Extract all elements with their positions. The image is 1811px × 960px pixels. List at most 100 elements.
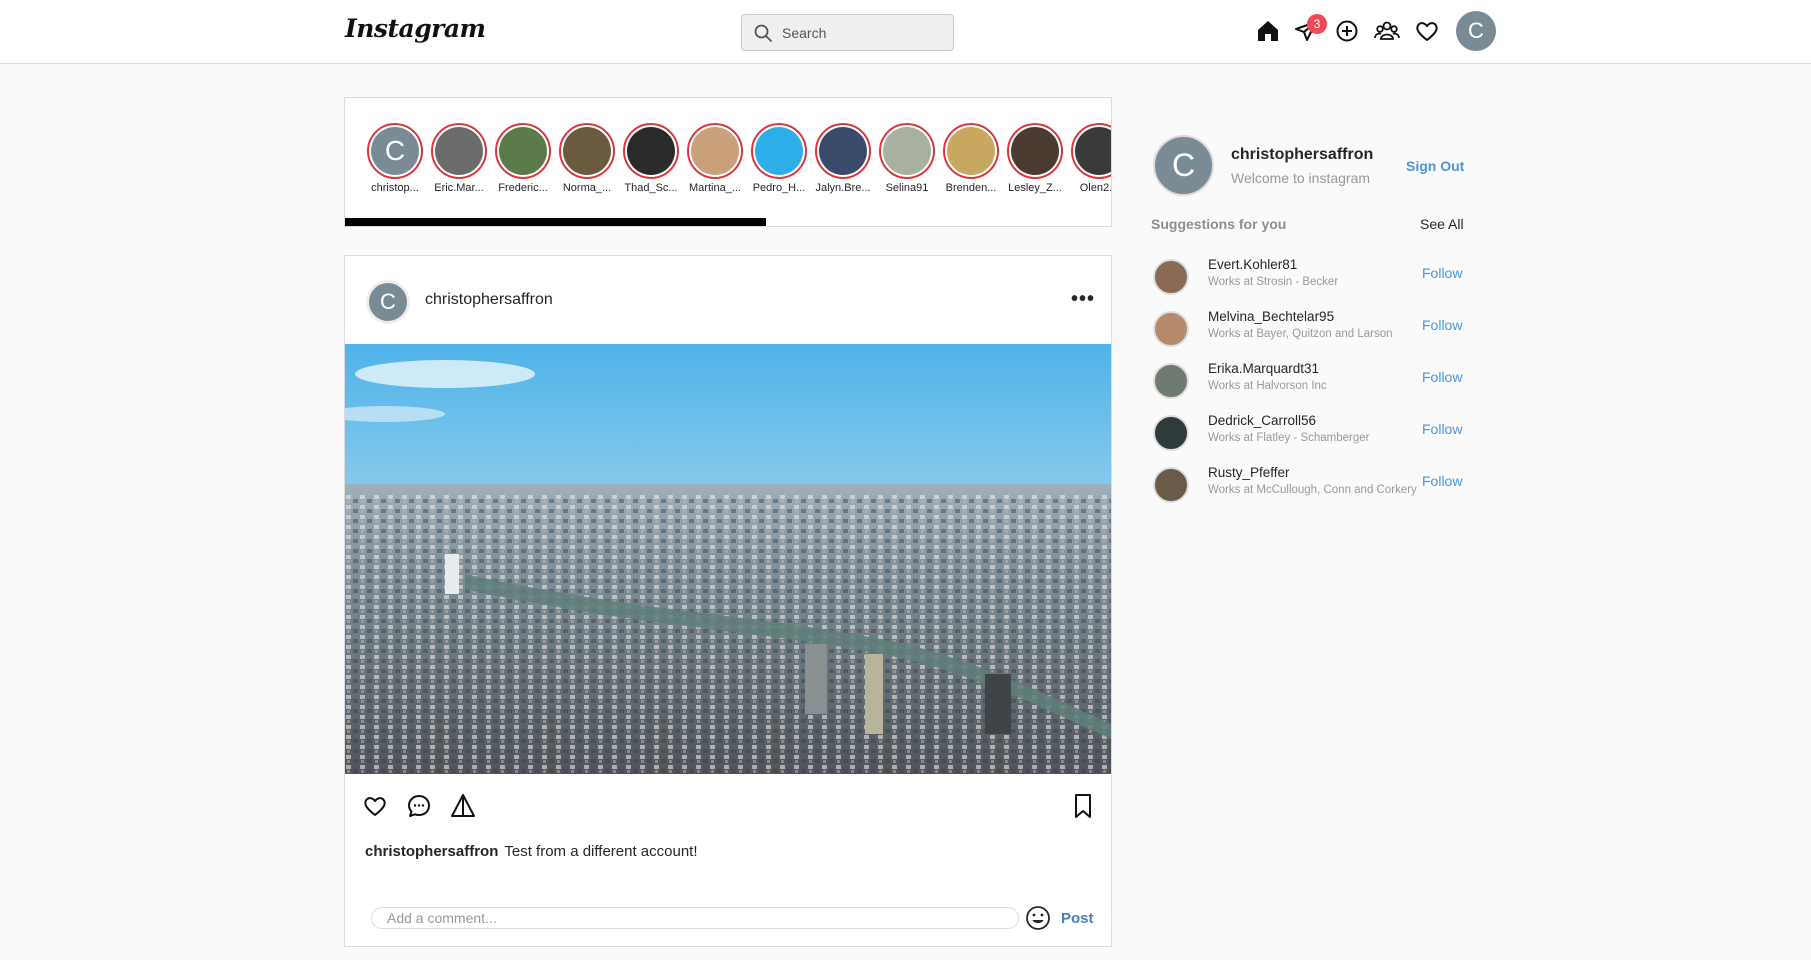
story-item[interactable]: Norma_... [557,123,617,194]
story-ring [815,123,871,179]
post-comment-button[interactable]: Post [1061,910,1094,927]
suggestion-username[interactable]: Erika.Marquardt31 [1208,361,1319,376]
suggestion-avatar[interactable] [1153,415,1189,451]
follow-button[interactable]: Follow [1422,473,1462,489]
like-icon[interactable] [361,792,389,820]
story-ring [879,123,935,179]
caption-username[interactable]: christophersaffron [365,843,498,860]
story-username: Thad_Sc... [624,182,678,194]
heart-icon[interactable] [1413,17,1441,45]
story-item[interactable]: Eric.Mar... [429,123,489,194]
story-item[interactable]: Thad_Sc... [621,123,681,194]
suggestion-username[interactable]: Rusty_Pfeffer [1208,465,1290,480]
profile-avatar[interactable]: C [1456,11,1496,51]
story-username: Martina_... [689,182,741,194]
suggestions-title: Suggestions for you [1151,216,1287,232]
story-avatar [691,127,739,175]
story-item[interactable]: Lesley_Z... [1005,123,1065,194]
story-avatar [1011,127,1059,175]
story-item[interactable]: Selina91 [877,123,937,194]
suggestion-subtitle: Works at Halvorson Inc [1208,380,1327,392]
current-user-username[interactable]: christophersaffron [1231,146,1373,164]
messages-badge: 3 [1307,14,1327,34]
suggestion-avatar[interactable] [1153,467,1189,503]
sign-out-button[interactable]: Sign Out [1406,158,1464,174]
post-author-avatar[interactable]: C [366,280,410,324]
story-avatar [1075,127,1111,175]
new-post-icon[interactable] [1333,17,1361,45]
story-username: Jalyn.Bre... [815,182,871,194]
comment-input[interactable] [371,907,1019,929]
suggestion-avatar[interactable] [1153,363,1189,399]
story-ring [431,123,487,179]
story-item[interactable]: Jalyn.Bre... [813,123,873,194]
follow-button[interactable]: Follow [1422,421,1462,437]
story-username: Norma_... [562,182,612,194]
story-avatar [819,127,867,175]
suggestion-item: Melvina_Bechtelar95 Works at Bayer, Quitz… [1153,308,1473,348]
post-caption: christophersaffron Test from a different … [365,843,698,860]
post-author-username[interactable]: christophersaffron [425,291,553,309]
story-item[interactable]: Frederic... [493,123,553,194]
story-ring [1071,123,1111,179]
follow-button[interactable]: Follow [1422,317,1462,333]
instagram-logo[interactable]: Instagram [345,14,486,43]
suggestion-username[interactable]: Melvina_Bechtelar95 [1208,309,1334,324]
story-avatar [627,127,675,175]
home-icon[interactable] [1254,17,1282,45]
story-item[interactable]: Olen2... [1069,123,1112,194]
search-input[interactable] [782,22,942,44]
suggestion-subtitle: Works at Strosin - Becker [1208,276,1339,288]
story-item[interactable]: Brenden... [941,123,1001,194]
story-username: Frederic... [498,182,548,194]
emoji-icon[interactable] [1024,904,1052,932]
caption-text: Test from a different account! [504,843,698,860]
story-username: Brenden... [945,182,997,194]
post-image[interactable] [345,344,1111,774]
more-options-icon[interactable]: ••• [1071,288,1095,311]
comment-icon[interactable] [405,792,433,820]
city-photo [345,344,1111,774]
suggestion-item: Evert.Kohler81 Works at Strosin - Becker F… [1153,256,1473,296]
share-icon[interactable] [449,792,477,820]
story-ring [943,123,999,179]
story-avatar [563,127,611,175]
story-ring [495,123,551,179]
suggestion-avatar[interactable] [1153,259,1189,295]
top-navbar: Instagram 3 C [0,0,1811,64]
story-avatar [755,127,803,175]
feed-post: C christophersaffron ••• christophersaff… [344,255,1112,947]
current-user-avatar[interactable]: C [1153,135,1214,196]
story-username: Olen2... [1079,182,1112,194]
comment-form: Post [371,904,1094,934]
suggestion-username[interactable]: Dedrick_Carroll56 [1208,413,1316,428]
see-all-button[interactable]: See All [1420,216,1464,232]
story-ring [559,123,615,179]
suggestion-subtitle: Works at Bayer, Quitzon and Larson [1208,328,1393,340]
story-username: Selina91 [885,182,929,194]
search-icon [754,24,772,42]
story-item[interactable]: Pedro_H... [749,123,809,194]
story-avatar [435,127,483,175]
story-username: Lesley_Z... [1008,182,1062,194]
welcome-text: Welcome to instagram [1231,170,1371,186]
stories-scroll-progress[interactable] [345,218,767,226]
people-icon[interactable] [1373,17,1401,45]
bookmark-icon[interactable] [1069,792,1097,820]
story-avatar [499,127,547,175]
follow-button[interactable]: Follow [1422,265,1462,281]
suggestion-username[interactable]: Evert.Kohler81 [1208,257,1297,272]
post-actions [345,786,1111,826]
story-ring [623,123,679,179]
story-avatar [947,127,995,175]
story-ring [1007,123,1063,179]
suggestion-avatar[interactable] [1153,311,1189,347]
suggestion-subtitle: Works at Flatley - Schamberger [1208,432,1370,444]
story-item[interactable]: Cchristop... [365,123,425,194]
stories-bar[interactable]: Cchristop... Eric.Mar... Frederic... Norma_… [344,97,1112,227]
story-avatar [883,127,931,175]
follow-button[interactable]: Follow [1422,369,1462,385]
search-box[interactable] [741,14,954,51]
story-item[interactable]: Martina_... [685,123,745,194]
story-username: Pedro_H... [752,182,806,194]
